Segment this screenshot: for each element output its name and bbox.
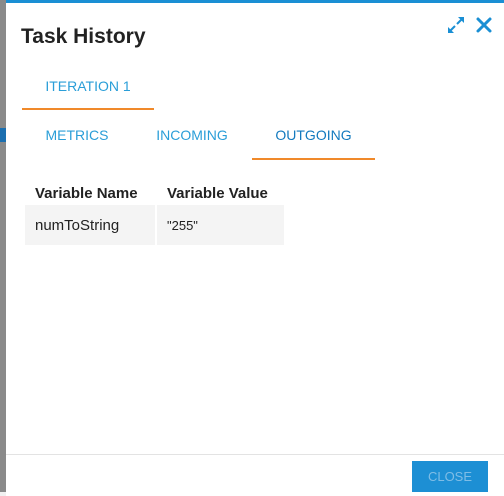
cell-variable-value: "255" [157,205,284,245]
variables-table: Variable Name Variable Value numToString… [23,175,286,247]
tab-iteration-1[interactable]: ITERATION 1 [22,78,154,110]
close-button[interactable]: CLOSE [412,461,488,492]
dialog-footer: CLOSE [6,454,504,496]
expand-icon[interactable] [446,15,466,35]
dialog-title: Task History [21,25,146,48]
tab-metrics[interactable]: METRICS [22,127,132,159]
column-header-variable-value: Variable Value [167,184,268,202]
cell-variable-name: numToString [25,205,155,245]
close-icon[interactable] [474,15,494,35]
task-history-dialog: Task History ITERATION 1 METRICS INCOMIN… [6,0,504,496]
column-header-variable-name: Variable Name [35,184,138,202]
tab-incoming[interactable]: INCOMING [136,127,248,159]
tab-outgoing[interactable]: OUTGOING [252,127,375,160]
table-row: numToString "255" [25,205,284,245]
table-header-row: Variable Name Variable Value [25,177,284,203]
